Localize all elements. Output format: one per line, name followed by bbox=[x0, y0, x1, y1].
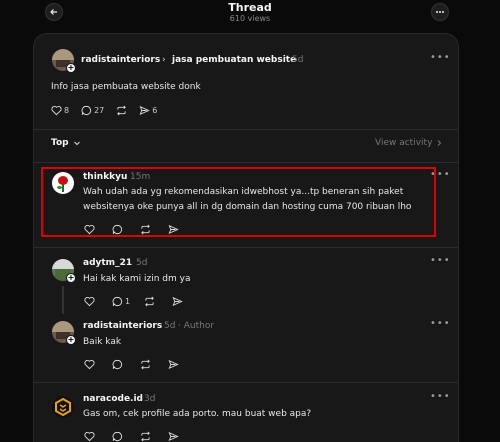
chevron-right-icon bbox=[438, 140, 442, 146]
like-button[interactable]: 8 bbox=[51, 105, 69, 116]
chevron-right-icon: › bbox=[162, 55, 166, 65]
comment-button[interactable] bbox=[112, 359, 123, 370]
heart-icon bbox=[84, 359, 95, 370]
reply-actions bbox=[84, 359, 191, 370]
comment-icon bbox=[112, 359, 123, 370]
reply-text: Gas om, cek profile ada porto. mau buat … bbox=[83, 409, 312, 419]
send-icon bbox=[139, 105, 151, 116]
follow-plus-icon[interactable]: + bbox=[66, 63, 76, 73]
share-button[interactable] bbox=[168, 431, 179, 442]
share-button[interactable] bbox=[172, 296, 183, 307]
more-icon[interactable]: ••• bbox=[430, 318, 451, 329]
comment-icon bbox=[81, 105, 92, 116]
author-badge: · Author bbox=[178, 321, 215, 331]
more-icon[interactable]: ••• bbox=[430, 255, 451, 266]
repost-button[interactable] bbox=[144, 296, 155, 307]
post-username[interactable]: radistainteriors bbox=[81, 55, 160, 65]
more-icon bbox=[436, 11, 444, 13]
highlight-box bbox=[41, 167, 436, 237]
comment-button[interactable]: 1 bbox=[112, 296, 130, 307]
top-bar: Thread 610 views bbox=[0, 0, 500, 30]
heart-icon bbox=[84, 431, 95, 442]
send-icon bbox=[168, 431, 179, 442]
follow-plus-icon[interactable]: + bbox=[66, 273, 76, 283]
divider bbox=[34, 382, 458, 383]
like-button[interactable] bbox=[84, 431, 95, 442]
share-button[interactable]: 6 bbox=[139, 105, 157, 116]
repost-button[interactable] bbox=[140, 431, 151, 442]
reply-username[interactable]: adytm_21 bbox=[83, 258, 132, 268]
like-count: 8 bbox=[64, 106, 70, 115]
heart-icon bbox=[84, 296, 95, 307]
divider bbox=[34, 129, 458, 130]
naracode-logo-icon bbox=[55, 397, 71, 417]
repost-icon bbox=[117, 105, 127, 116]
more-icon[interactable]: ••• bbox=[430, 391, 451, 402]
repost-icon bbox=[141, 431, 150, 442]
send-icon bbox=[168, 359, 179, 370]
view-activity-link[interactable]: View activity bbox=[375, 138, 443, 148]
thread-panel: + radistainteriors › jasa pembuatan webs… bbox=[33, 33, 459, 442]
comment-count: 1 bbox=[125, 297, 131, 306]
comment-icon bbox=[112, 431, 123, 442]
like-button[interactable] bbox=[84, 359, 95, 370]
reply-time: 3d bbox=[144, 394, 156, 404]
sort-dropdown[interactable]: Top bbox=[51, 138, 81, 148]
repost-icon bbox=[141, 359, 150, 370]
thread-line bbox=[62, 286, 64, 314]
reply-username[interactable]: radistainteriors bbox=[83, 321, 162, 331]
comment-icon bbox=[112, 296, 123, 307]
reply-username[interactable]: naracode.id bbox=[83, 394, 143, 404]
view-count: 610 views bbox=[229, 14, 271, 23]
repost-button[interactable] bbox=[116, 105, 127, 116]
follow-plus-icon[interactable]: + bbox=[66, 335, 76, 345]
repost-icon bbox=[145, 296, 154, 307]
reply-actions bbox=[84, 431, 191, 442]
post-actions: 8 27 6 bbox=[51, 105, 169, 116]
reply-text: Hai kak kami izin dm ya bbox=[83, 274, 191, 284]
divider bbox=[34, 162, 458, 163]
avatar[interactable] bbox=[52, 396, 74, 418]
reply-time: 5d bbox=[164, 321, 176, 331]
divider bbox=[34, 247, 458, 248]
send-icon bbox=[172, 296, 183, 307]
comment-button[interactable]: 27 bbox=[81, 105, 104, 116]
page-title: Thread bbox=[228, 1, 272, 14]
comment-count: 27 bbox=[94, 106, 105, 115]
more-options-button[interactable] bbox=[431, 3, 449, 21]
post-topic[interactable]: jasa pembuatan website bbox=[172, 55, 296, 65]
post-time: 5d bbox=[292, 55, 304, 65]
heart-icon bbox=[51, 105, 62, 116]
post-text: Info jasa pembuata website donk bbox=[51, 82, 201, 92]
comment-button[interactable] bbox=[112, 431, 123, 442]
reply-time: 5d bbox=[136, 258, 148, 268]
reply-actions: 1 bbox=[84, 296, 195, 307]
reply-text: Baik kak bbox=[83, 337, 122, 347]
view-activity-label: View activity bbox=[375, 138, 433, 148]
share-count: 6 bbox=[152, 106, 158, 115]
share-button[interactable] bbox=[168, 359, 179, 370]
like-button[interactable] bbox=[84, 296, 95, 307]
more-icon[interactable]: ••• bbox=[430, 52, 451, 63]
repost-button[interactable] bbox=[140, 359, 151, 370]
sort-label: Top bbox=[51, 138, 69, 148]
chevron-down-icon bbox=[73, 141, 80, 146]
